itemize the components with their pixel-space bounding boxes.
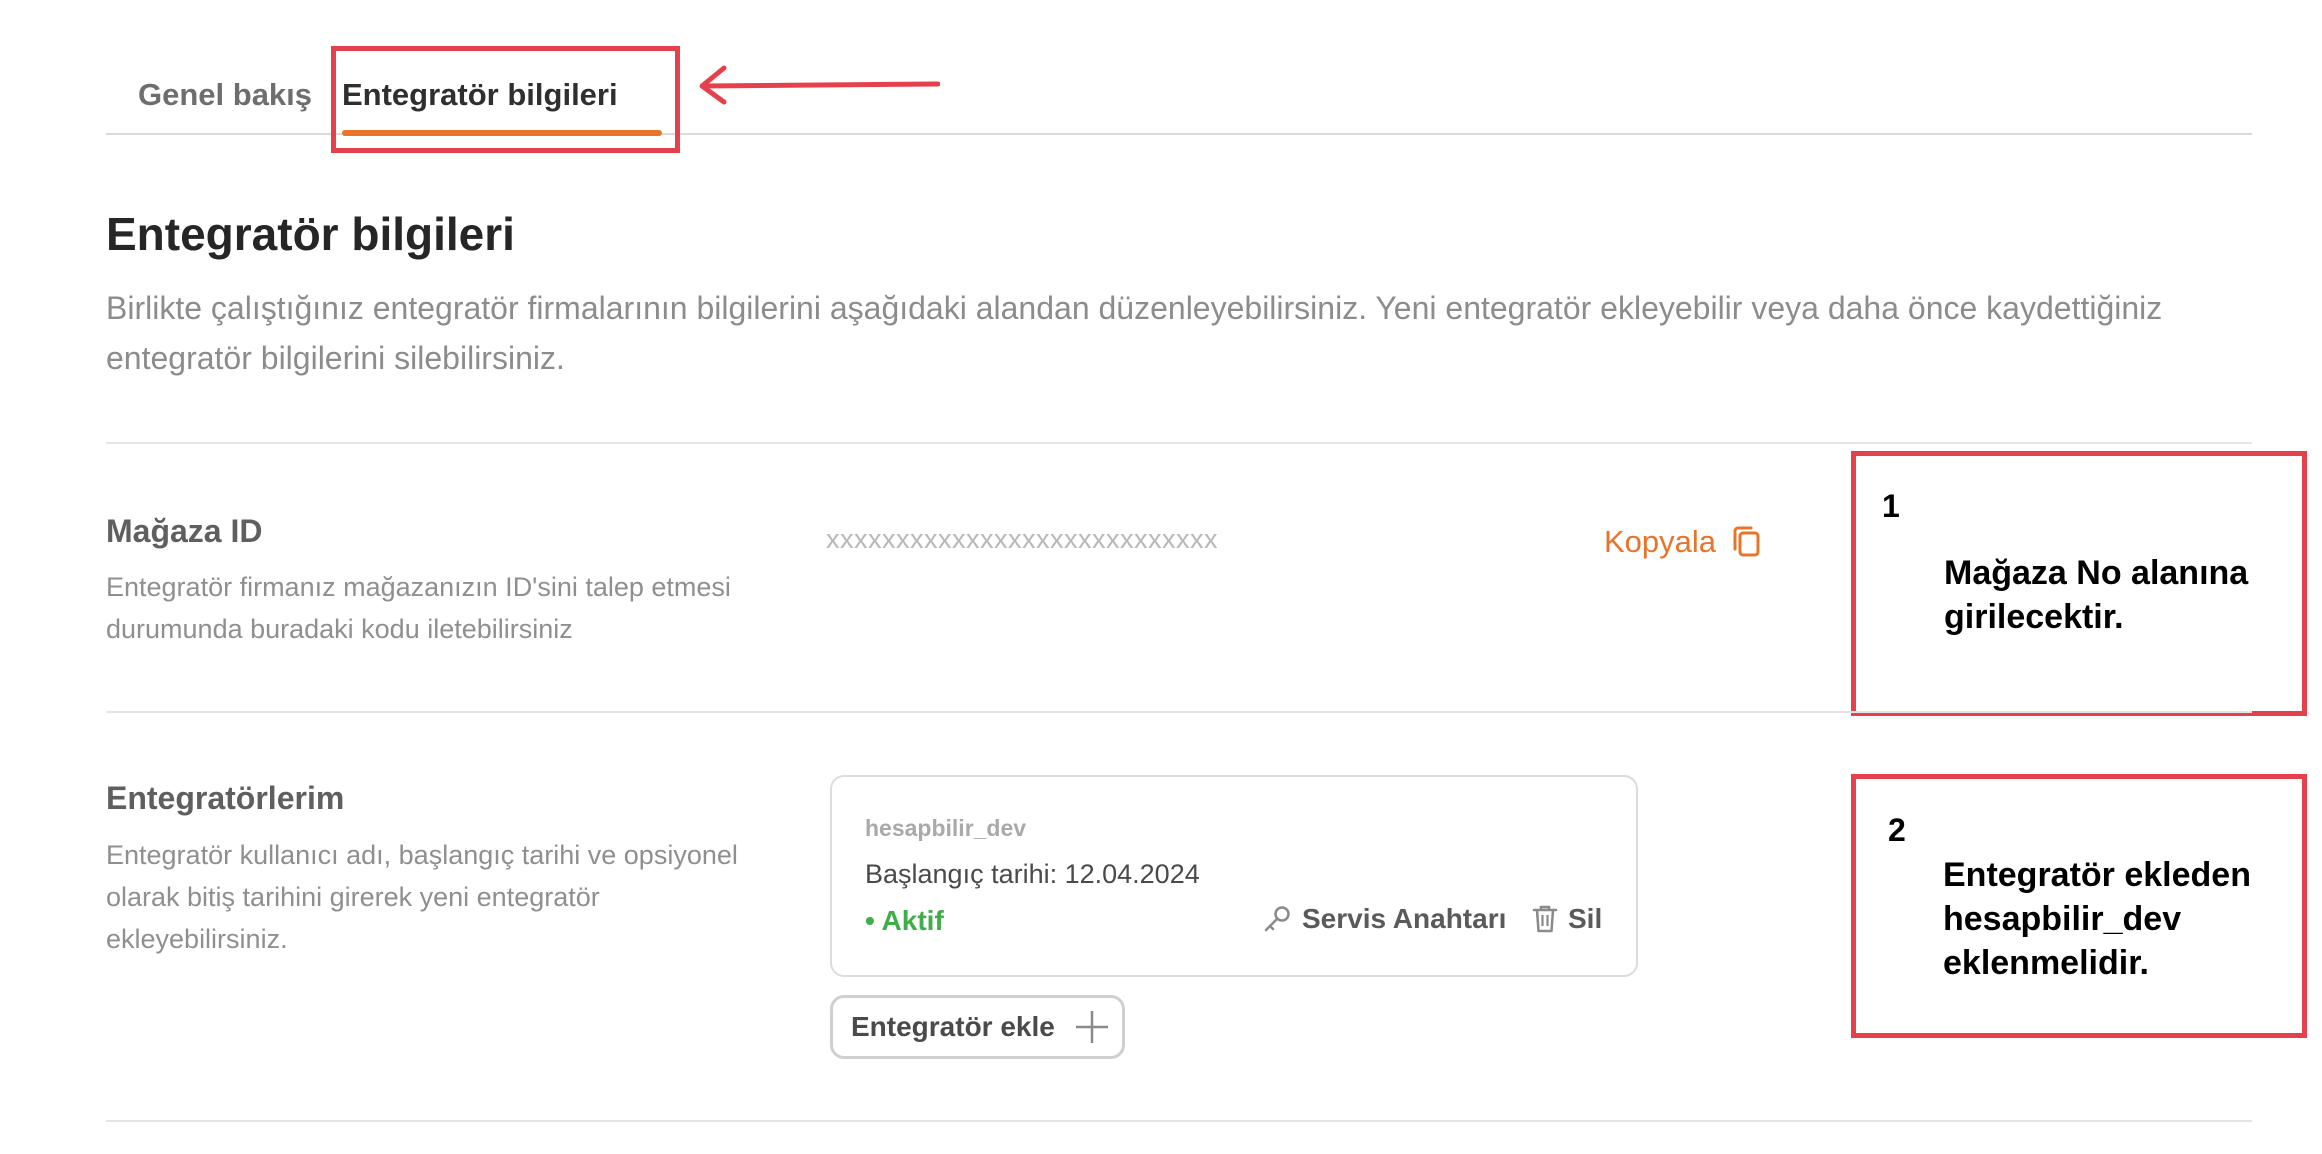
annotation-box-1: 1 Mağaza No alanına girilecektir. <box>1851 451 2307 716</box>
annotation-box-2: 2 Entegratör ekleden hesapbilir_dev ekle… <box>1851 774 2307 1038</box>
page-description: Birlikte çalıştığınız entegratör firmala… <box>106 290 2163 376</box>
integrator-start-date: Başlangıç tarihi: 12.04.2024 <box>865 859 1200 889</box>
page-title: Entegratör bilgileri <box>106 208 515 260</box>
annotation-number: 1 <box>1882 488 1900 524</box>
divider <box>106 711 2252 713</box>
tab-highlight-annotation <box>331 46 680 153</box>
copy-button[interactable]: Kopyala <box>1604 524 1764 560</box>
copy-icon <box>1733 526 1760 557</box>
annotation-text-line: eklenmelidir. <box>1943 944 2149 982</box>
status-badge: • Aktif <box>865 905 944 936</box>
key-icon <box>1264 906 1290 932</box>
service-key-button[interactable]: Servis Anahtarı <box>1262 903 1506 935</box>
annotation-text-line: girilecektir. <box>1944 598 2124 636</box>
integrators-description: Entegratör kullanıcı adı, başlangıç tari… <box>106 840 738 954</box>
store-id-description: Entegratör firmanız mağazanızın ID'sini … <box>106 572 731 644</box>
divider <box>106 1120 2252 1122</box>
add-integrator-label: Entegratör ekle <box>851 1011 1055 1042</box>
trash-icon <box>1532 905 1558 933</box>
copy-label: Kopyala <box>1604 524 1717 559</box>
divider <box>106 442 2252 444</box>
service-key-label: Servis Anahtarı <box>1302 903 1507 934</box>
annotation-text-line: hesapbilir_dev <box>1943 900 2182 938</box>
integrator-username: hesapbilir_dev <box>865 815 1027 841</box>
delete-label: Sil <box>1568 903 1603 934</box>
add-integrator-button[interactable]: Entegratör ekle <box>830 995 1125 1059</box>
store-id-value: xxxxxxxxxxxxxxxxxxxxxxxxxxxx <box>826 524 1218 554</box>
integrator-card: hesapbilir_dev Başlangıç tarihi: 12.04.2… <box>830 775 1638 977</box>
plus-icon <box>1075 1011 1108 1043</box>
tab-genel-bakis[interactable]: Genel bakış <box>138 60 312 133</box>
store-id-title: Mağaza ID <box>106 513 263 549</box>
integrators-title: Entegratörlerim <box>106 780 345 816</box>
delete-button[interactable]: Sil <box>1532 903 1602 935</box>
annotation-arrow-icon <box>699 65 940 105</box>
annotation-text-line: Mağaza No alanına <box>1944 554 2249 592</box>
annotation-text-line: Entegratör ekleden <box>1943 856 2251 894</box>
annotation-number: 2 <box>1888 812 1906 848</box>
